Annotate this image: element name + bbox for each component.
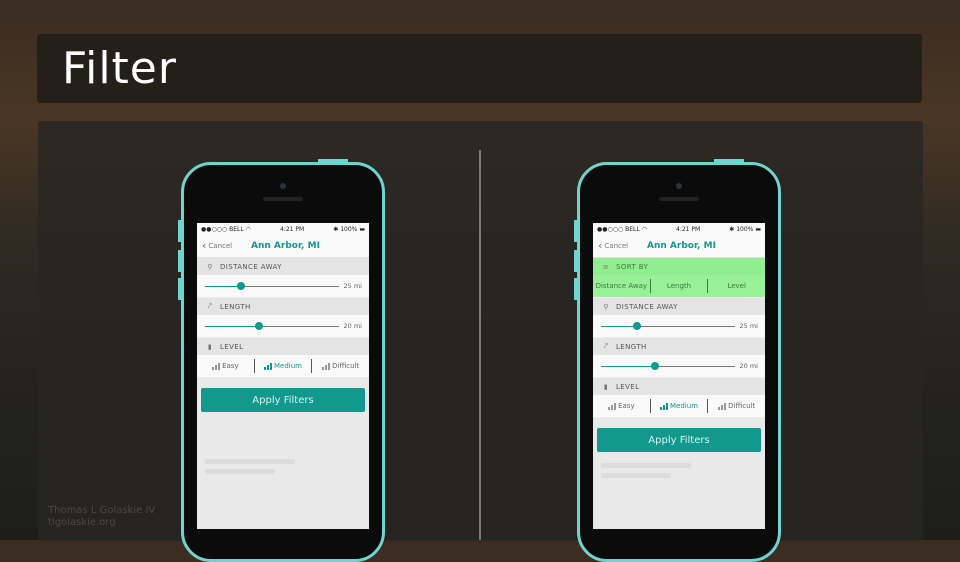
battery-icon: ▬	[359, 225, 365, 233]
length-header: ⤤ LENGTH	[197, 298, 369, 315]
status-bar: ●●○○○ BELL ◠ 4:21 PM ✱ 100% ▬	[197, 223, 369, 235]
blurred-content	[205, 459, 295, 464]
sort-option-level[interactable]: Level	[707, 279, 765, 293]
distance-value: 25 mi	[343, 282, 362, 290]
battery: ✱ 100% ▬	[729, 225, 761, 233]
slide-title-bar: Filter	[37, 34, 922, 103]
level-segment-row: Easy Medium Difficult	[593, 395, 765, 418]
length-slider[interactable]	[205, 322, 339, 330]
photo-credit: Thomas L Golaskie IV tlgolaskie.org	[48, 505, 155, 529]
battery: ✱ 100% ▬	[333, 225, 365, 233]
level-header: ▮ LEVEL	[593, 378, 765, 395]
path-icon: ⤤	[207, 302, 213, 310]
apply-filters-button[interactable]: Apply Filters	[201, 388, 365, 412]
sort-segmented-control: Distance Away Length Level	[593, 275, 765, 297]
phone-left: ●●○○○ BELL ◠ 4:21 PM ✱ 100% ▬ ‹ Cancel Ann…	[181, 162, 385, 562]
carrier: ●●○○○ BELL	[597, 225, 640, 233]
level-bars-icon	[660, 402, 668, 410]
credit-site: tlgolaskie.org	[48, 517, 116, 528]
slide-title: Filter	[62, 43, 177, 94]
level-option-medium[interactable]: Medium	[649, 399, 708, 413]
nav-bar: ‹ Cancel Ann Arbor, MI	[593, 235, 765, 258]
location-pin-icon: ⚲	[603, 302, 609, 311]
level-header: ▮ LEVEL	[197, 338, 369, 355]
length-value: 20 mi	[343, 322, 362, 330]
level-bars-icon	[322, 362, 331, 370]
status-time: 4:21 PM	[676, 225, 701, 233]
length-slider-row: 20 mi	[197, 315, 369, 338]
phone-right: ●●○○○ BELL ◠ 4:21 PM ✱ 100% ▬ ‹ Cancel Ann…	[577, 162, 781, 562]
wifi-icon: ◠	[245, 225, 251, 233]
speaker	[659, 197, 699, 201]
sort-segment-row: Distance Away Length Level	[593, 275, 765, 298]
level-bars-icon	[212, 362, 221, 370]
sort-by-header: ≡ SORT BY	[593, 258, 765, 275]
level-bars-icon	[608, 402, 617, 410]
chevron-left-icon: ‹	[598, 239, 603, 252]
slider-thumb[interactable]	[254, 322, 263, 330]
distance-slider[interactable]	[205, 282, 339, 290]
length-slider-row: 20 mi	[593, 355, 765, 378]
apply-filters-button[interactable]: Apply Filters	[597, 428, 761, 452]
level-bars-icon: ▮	[603, 382, 609, 391]
level-option-difficult[interactable]: Difficult	[311, 359, 369, 373]
sort-option-distance[interactable]: Distance Away	[593, 279, 650, 293]
credit-name: Thomas L Golaskie IV	[48, 505, 156, 516]
bluetooth-icon: ✱	[333, 225, 339, 233]
blurred-content	[205, 469, 275, 474]
speaker	[263, 197, 303, 201]
sort-icon: ≡	[602, 262, 610, 271]
slider-thumb[interactable]	[237, 282, 246, 290]
length-header: ⤤ LENGTH	[593, 338, 765, 355]
level-option-easy[interactable]: Easy	[197, 359, 254, 373]
level-bars-icon	[718, 402, 727, 410]
slider-thumb[interactable]	[650, 362, 659, 370]
phone-screen: ●●○○○ BELL ◠ 4:21 PM ✱ 100% ▬ ‹ Cancel Ann…	[593, 223, 765, 529]
length-value: 20 mi	[739, 362, 758, 370]
nav-bar: ‹ Cancel Ann Arbor, MI	[197, 235, 369, 258]
level-segment-row: Easy Medium Difficult	[197, 355, 369, 378]
level-segmented-control: Easy Medium Difficult	[593, 395, 765, 417]
distance-slider-row: 25 mi	[197, 275, 369, 298]
level-option-difficult[interactable]: Difficult	[707, 399, 765, 413]
blurred-content	[601, 473, 671, 478]
distance-header: ⚲ DISTANCE AWAY	[197, 258, 369, 275]
distance-value: 25 mi	[739, 322, 758, 330]
camera	[280, 183, 286, 189]
blurred-content	[601, 463, 691, 468]
sort-option-length[interactable]: Length	[649, 279, 708, 293]
level-option-easy[interactable]: Easy	[593, 399, 650, 413]
location-pin-icon: ⚲	[207, 262, 213, 271]
status-time: 4:21 PM	[280, 225, 305, 233]
level-bars-icon	[264, 362, 272, 370]
wifi-icon: ◠	[641, 225, 647, 233]
cancel-button[interactable]: ‹ Cancel	[598, 239, 628, 252]
distance-slider[interactable]	[601, 322, 735, 330]
path-icon: ⤤	[603, 342, 609, 350]
cancel-button[interactable]: ‹ Cancel	[202, 239, 232, 252]
level-segmented-control: Easy Medium Difficult	[197, 355, 369, 377]
carrier: ●●○○○ BELL	[201, 225, 244, 233]
camera	[676, 183, 682, 189]
level-bars-icon: ▮	[207, 342, 213, 351]
status-bar: ●●○○○ BELL ◠ 4:21 PM ✱ 100% ▬	[593, 223, 765, 235]
chevron-left-icon: ‹	[202, 239, 207, 252]
bluetooth-icon: ✱	[729, 225, 735, 233]
nav-title: Ann Arbor, MI	[251, 241, 320, 251]
slider-thumb[interactable]	[633, 322, 642, 330]
length-slider[interactable]	[601, 362, 735, 370]
nav-title: Ann Arbor, MI	[647, 241, 716, 251]
battery-icon: ▬	[755, 225, 761, 233]
distance-slider-row: 25 mi	[593, 315, 765, 338]
divider	[479, 150, 481, 540]
phone-screen: ●●○○○ BELL ◠ 4:21 PM ✱ 100% ▬ ‹ Cancel Ann…	[197, 223, 369, 529]
level-option-medium[interactable]: Medium	[253, 359, 312, 373]
distance-header: ⚲ DISTANCE AWAY	[593, 298, 765, 315]
